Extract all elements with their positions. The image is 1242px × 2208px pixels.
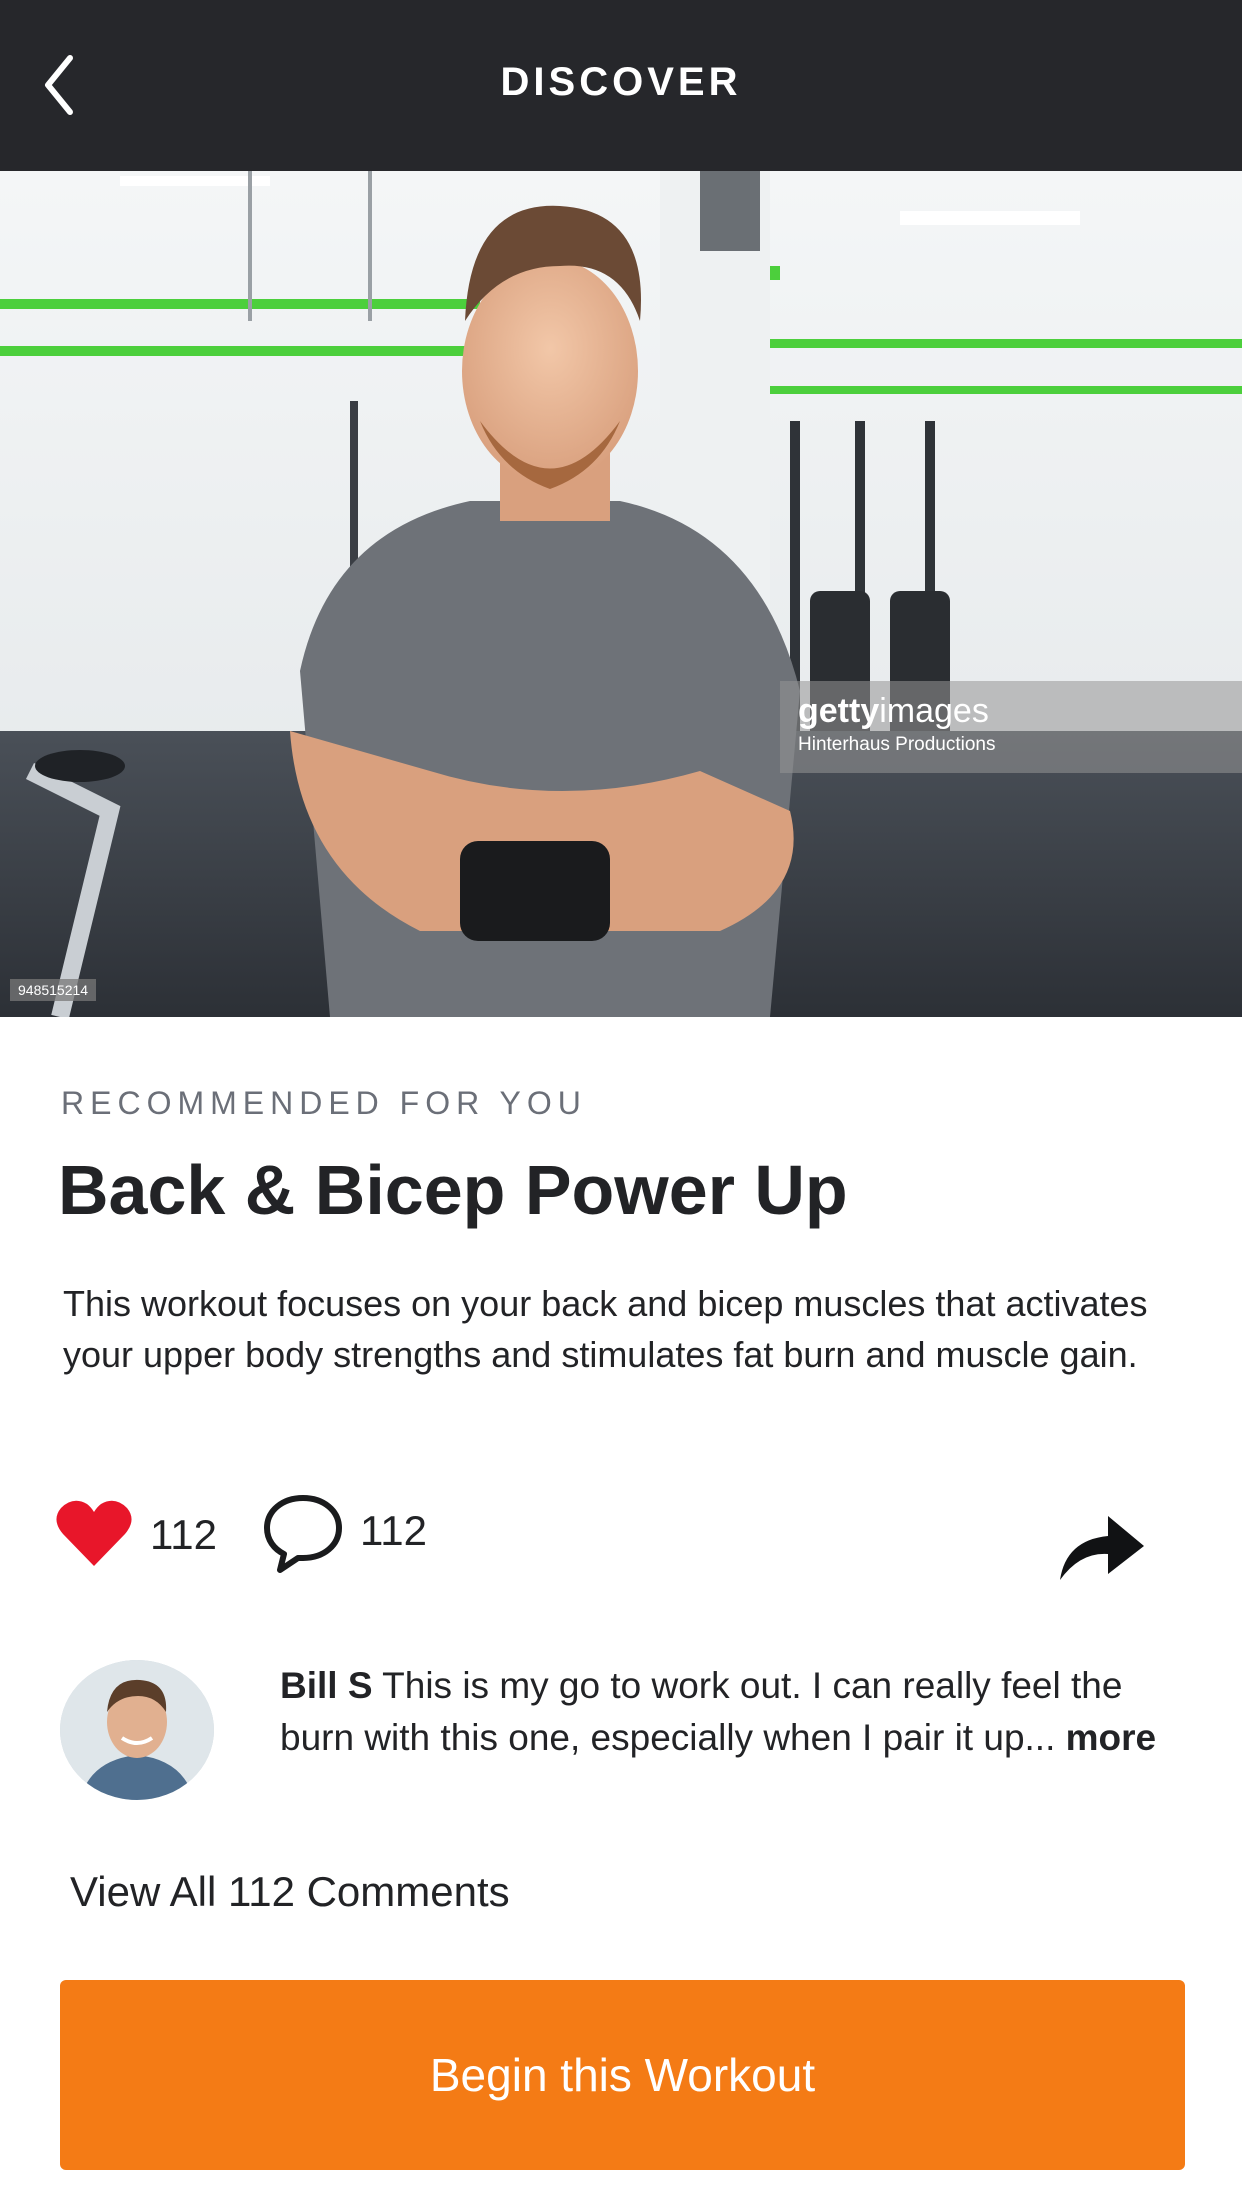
top-nav-bar: DISCOVER [0, 0, 1242, 171]
comment-author[interactable]: Bill S [280, 1665, 373, 1706]
more-link[interactable]: more [1066, 1717, 1156, 1758]
begin-workout-button[interactable]: Begin this Workout [60, 1980, 1185, 2170]
view-all-comments-link[interactable]: View All 112 Comments [70, 1866, 510, 1918]
share-button[interactable] [1056, 1510, 1146, 1582]
like-count: 112 [150, 1511, 217, 1558]
workout-description: This workout focuses on your back and bi… [63, 1283, 1148, 1375]
workout-title: Back & Bicep Power Up [58, 1151, 848, 1229]
trainer-photo [0, 171, 1242, 1017]
comment-count: 112 [360, 1507, 427, 1554]
watermark-brand: gettyimages [798, 692, 989, 730]
share-arrow-icon [1060, 1516, 1144, 1580]
speech-bubble-icon [264, 1495, 342, 1573]
comment-button[interactable] [262, 1492, 344, 1574]
avatar-photo [60, 1660, 214, 1800]
section-eyebrow: RECOMMENDED FOR YOU [61, 1085, 587, 1121]
commenter-avatar[interactable] [60, 1660, 214, 1800]
heart-icon [56, 1500, 132, 1566]
watermark-credit: Hinterhaus Productions [798, 734, 996, 755]
image-id-label: 948515214 [10, 979, 97, 1001]
comment-body: This is my go to work out. I can really … [280, 1665, 1123, 1758]
comment-preview: Bill S This is my go to work out. I can … [280, 1660, 1192, 1764]
page-title: DISCOVER [500, 60, 742, 104]
like-button[interactable] [55, 1498, 133, 1568]
workout-hero-image: gettyimages Hinterhaus Productions 94851… [0, 171, 1242, 1017]
watermark: gettyimages Hinterhaus Productions [780, 681, 1242, 773]
workout-detail-screen: DISCOVER gettyimages Hinterhaus Producti… [0, 0, 1242, 2208]
